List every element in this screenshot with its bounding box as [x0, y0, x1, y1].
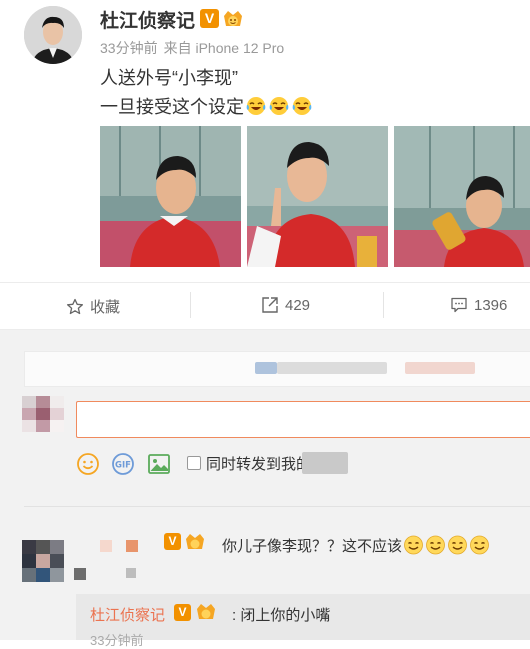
star-icon — [66, 298, 84, 315]
pixelated-mask — [302, 452, 348, 474]
blur-chip — [255, 362, 277, 374]
blur-chip — [277, 362, 387, 374]
favorite-button[interactable]: 收藏 — [66, 296, 120, 317]
comment-button[interactable]: 1396 — [450, 296, 507, 314]
repost-checkbox-label[interactable]: 同时转发到我的 — [206, 453, 311, 474]
reply-text: : 闭上你的小嘴 — [232, 604, 330, 625]
share-icon — [262, 297, 278, 313]
post-text-line-2-text: 一旦接受这个设定 — [100, 97, 244, 117]
comment-input[interactable] — [76, 401, 530, 438]
reply-verified-badge-icon: V — [174, 604, 191, 621]
favorite-label: 收藏 — [90, 299, 121, 316]
comment-divider — [24, 506, 530, 507]
post-photo-3[interactable] — [394, 126, 530, 267]
repost-count: 429 — [285, 297, 311, 314]
laugh-cry-emoji-icon — [245, 96, 267, 121]
repost-checkbox[interactable] — [187, 456, 201, 470]
laugh-cry-emoji-icon — [291, 96, 313, 121]
action-separator — [190, 292, 191, 318]
author-avatar[interactable] — [24, 6, 82, 64]
boy-looking-up-photo — [100, 126, 241, 267]
smile-emoji-icon — [425, 535, 446, 559]
post-text-line-1: 人送外号“小李现” — [100, 68, 238, 88]
smile-emoji-icon — [469, 535, 490, 559]
member-crown-icon — [222, 8, 244, 29]
laugh-cry-emoji-icon — [268, 96, 290, 121]
boy-pointing-up-photo — [247, 126, 388, 267]
current-user-avatar-pixelated — [22, 396, 72, 442]
smile-emoji-icon — [403, 535, 424, 559]
boy-drinking-photo — [394, 126, 530, 267]
comment-text: 你儿子像李现？？这不应该 — [222, 535, 490, 559]
gif-icon[interactable]: GIF — [111, 452, 135, 476]
commenter-verified-badge-icon: V — [164, 533, 181, 550]
commenter-avatar-pixelated[interactable] — [22, 540, 64, 582]
post-text-line-2: 一旦接受这个设定 — [100, 93, 313, 121]
post-meta: 33分钟前 来自 iPhone 12 Pro — [100, 38, 284, 58]
repost-button[interactable]: 429 — [261, 296, 310, 314]
reply-separator: : — [232, 607, 237, 624]
emoji-icon[interactable] — [76, 452, 100, 476]
post-source: 来自 iPhone 12 Pro — [163, 40, 285, 56]
action-separator — [383, 292, 384, 318]
comment-text-body: 你儿子像李现？？这不应该 — [222, 538, 403, 555]
svg-text:GIF: GIF — [115, 461, 131, 471]
reply-text-body: 闭上你的小嘴 — [240, 607, 331, 624]
reply-crown-icon — [195, 602, 217, 622]
reply-author-name[interactable]: 杜江侦察记 — [90, 604, 165, 625]
pixelated-comment-preview — [24, 351, 530, 387]
post-divider — [0, 282, 530, 283]
image-icon[interactable] — [147, 452, 171, 476]
post-photo-2[interactable] — [247, 126, 388, 267]
comment-count: 1396 — [474, 297, 508, 314]
commenter-name-pixelated — [74, 540, 144, 582]
post-author-name[interactable]: 杜江侦察记 — [100, 6, 195, 33]
post-time: 33分钟前 — [100, 40, 158, 56]
blur-chip — [405, 362, 475, 374]
avatar-image — [24, 6, 82, 64]
post-photo-1[interactable] — [100, 126, 241, 267]
verified-badge-icon: V — [200, 9, 219, 28]
comment-icon — [451, 297, 467, 313]
commenter-crown-icon — [184, 532, 206, 552]
smile-emoji-icon — [447, 535, 468, 559]
